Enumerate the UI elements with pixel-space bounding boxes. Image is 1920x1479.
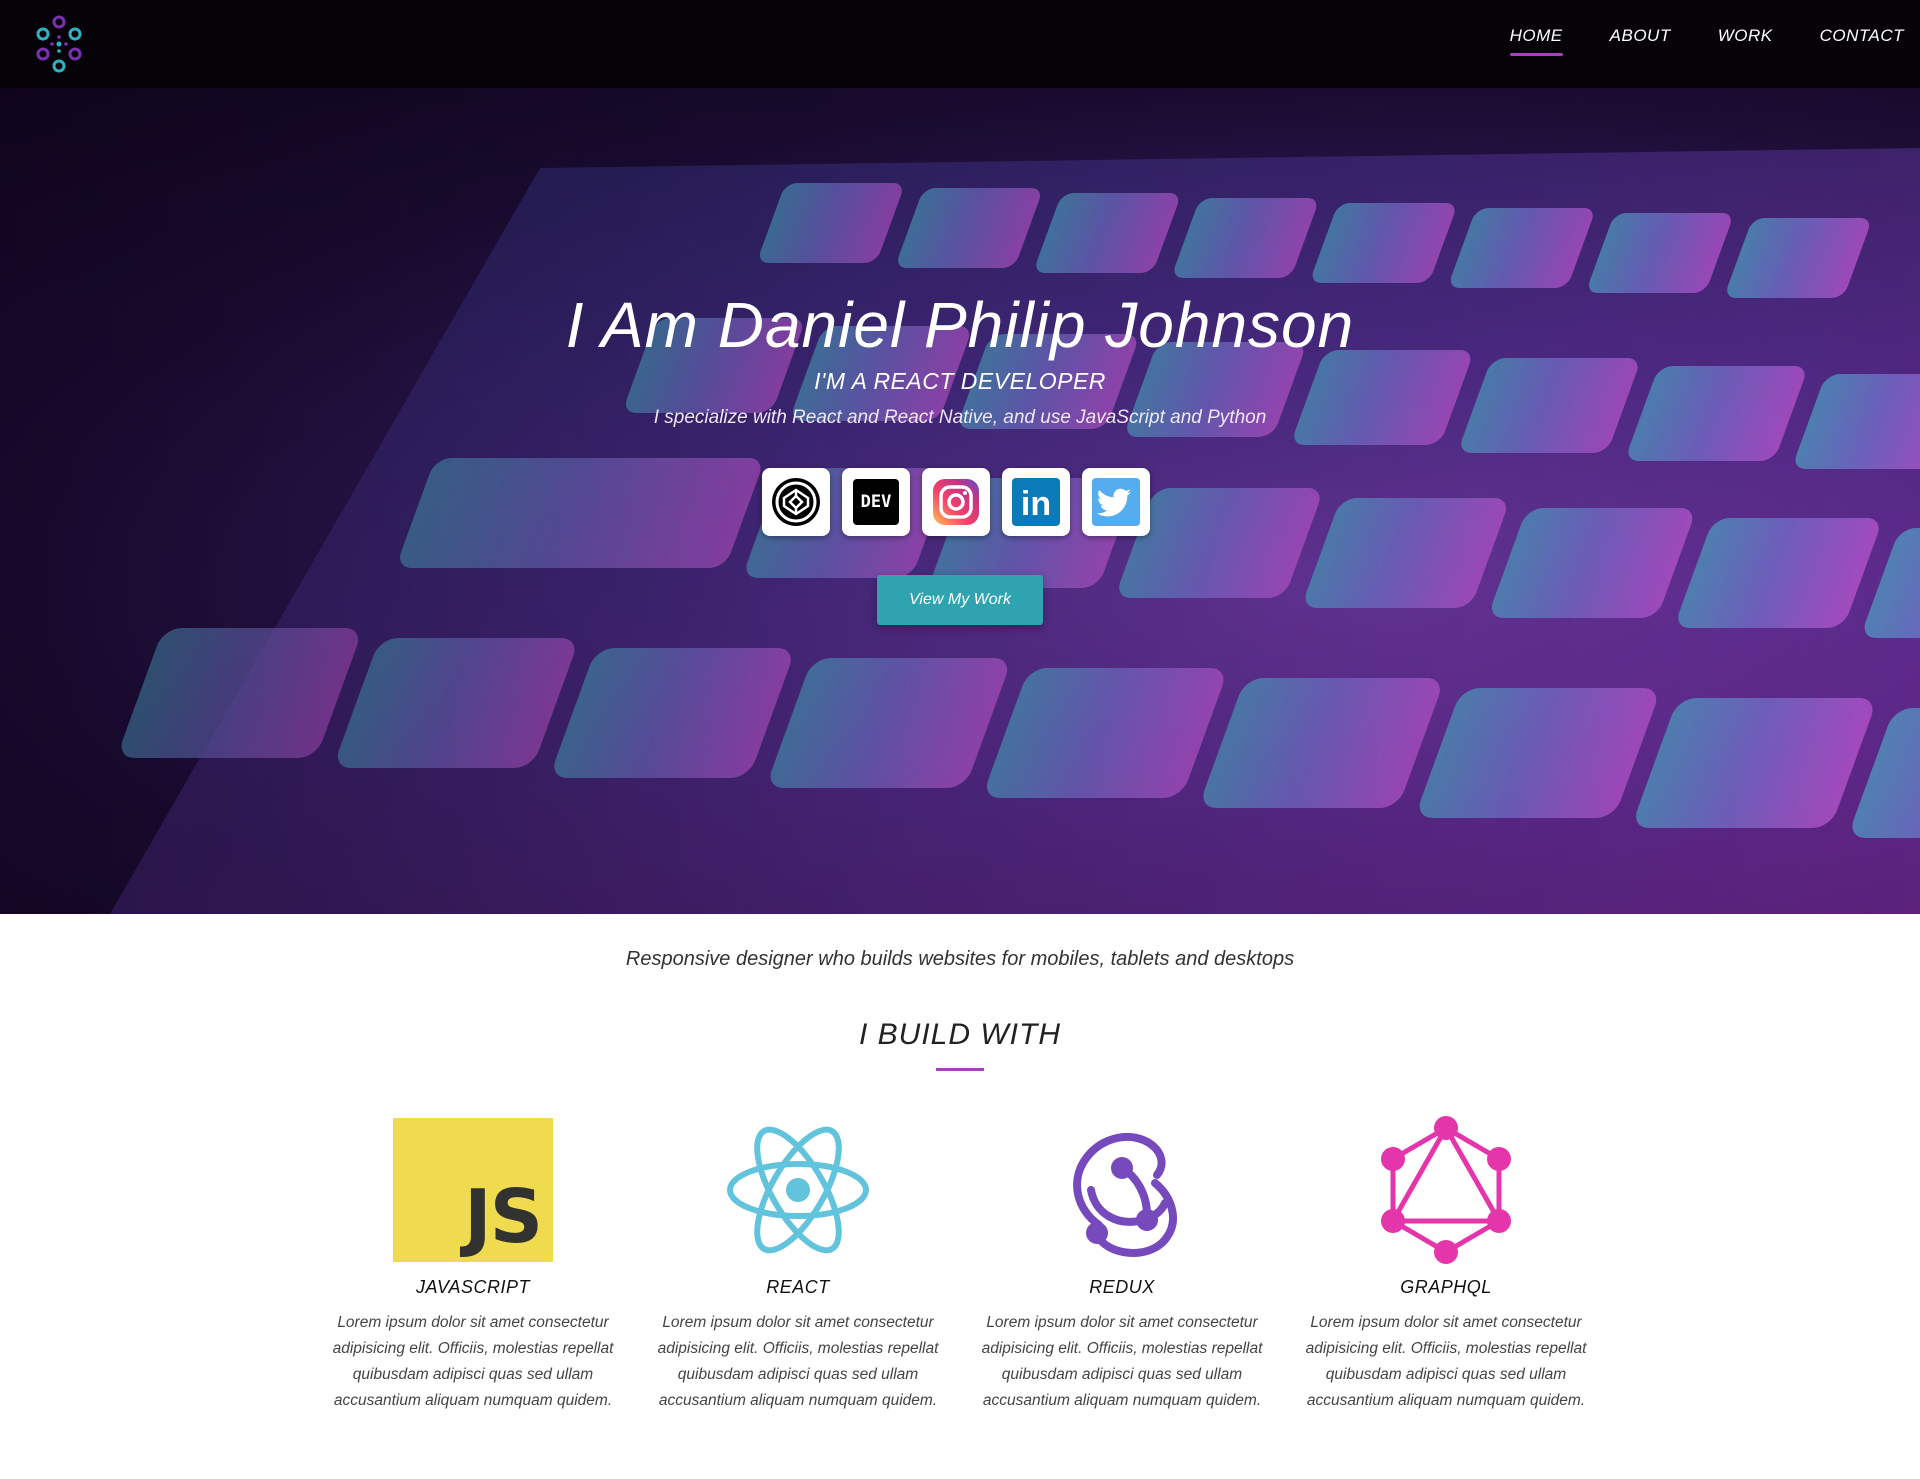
heading-underline (936, 1068, 984, 1071)
linkedin-icon: in (1012, 478, 1060, 526)
tech-description: Lorem ipsum dolor sit amet consectetur a… (1305, 1314, 1587, 1409)
view-my-work-button[interactable]: View My Work (877, 575, 1043, 625)
tech-card-graphql: GRAPHQL Lorem ipsum dolor sit amet conse… (1296, 1115, 1596, 1414)
hero-title: I Am Daniel Philip Johnson (565, 289, 1355, 361)
tech-name: JAVASCRIPT (415, 1277, 531, 1297)
tech-card-react: REACT Lorem ipsum dolor sit amet consect… (648, 1115, 948, 1414)
hero-subtitle: I'M A REACT DEVELOPER (814, 368, 1106, 394)
linkedin-link[interactable]: in (1002, 468, 1070, 536)
main-nav: HOME ABOUT WORK CONTACT (1463, 26, 1904, 56)
tech-name: REDUX (1089, 1277, 1155, 1297)
javascript-icon: JS (393, 1118, 553, 1262)
graphql-icon (1381, 1116, 1511, 1264)
codepen-link[interactable] (762, 468, 830, 536)
hero-tagline: I specialize with React and React Native… (653, 407, 1267, 428)
twitter-icon (1092, 478, 1140, 526)
social-links: DEV in (762, 468, 1150, 536)
tech-name: REACT (766, 1277, 830, 1297)
build-heading: I BUILD WITH (858, 1018, 1061, 1051)
hero-section: I Am Daniel Philip Johnson I'M A REACT D… (0, 88, 1920, 914)
tech-card-redux: REDUX Lorem ipsum dolor sit amet consect… (972, 1115, 1272, 1414)
tech-description: Lorem ipsum dolor sit amet consectetur a… (981, 1314, 1263, 1409)
dev-icon: DEV (853, 479, 899, 525)
nav-link-home[interactable]: HOME (1509, 26, 1563, 56)
instagram-link[interactable] (922, 468, 990, 536)
tech-card-javascript: JS JAVASCRIPT Lorem ipsum dolor sit amet… (323, 1115, 623, 1414)
dots-circle-logo-icon[interactable] (30, 14, 88, 74)
react-icon (727, 1126, 869, 1254)
redux-icon (1073, 1133, 1177, 1257)
navbar: HOME ABOUT WORK CONTACT (0, 0, 1920, 88)
nav-link-about[interactable]: ABOUT (1610, 26, 1671, 56)
dev-link[interactable]: DEV (842, 468, 910, 536)
twitter-link[interactable] (1082, 468, 1150, 536)
intro-text: Responsive designer who builds websites … (625, 948, 1295, 970)
nav-link-contact[interactable]: CONTACT (1820, 26, 1904, 56)
codepen-icon (772, 478, 820, 526)
tech-name: GRAPHQL (1400, 1277, 1492, 1297)
instagram-icon (933, 479, 979, 525)
tech-description: Lorem ipsum dolor sit amet consectetur a… (332, 1314, 614, 1409)
hero-content: I Am Daniel Philip Johnson I'M A REACT D… (0, 88, 1920, 914)
nav-link-work[interactable]: WORK (1718, 26, 1773, 56)
tech-description: Lorem ipsum dolor sit amet consectetur a… (657, 1314, 939, 1409)
